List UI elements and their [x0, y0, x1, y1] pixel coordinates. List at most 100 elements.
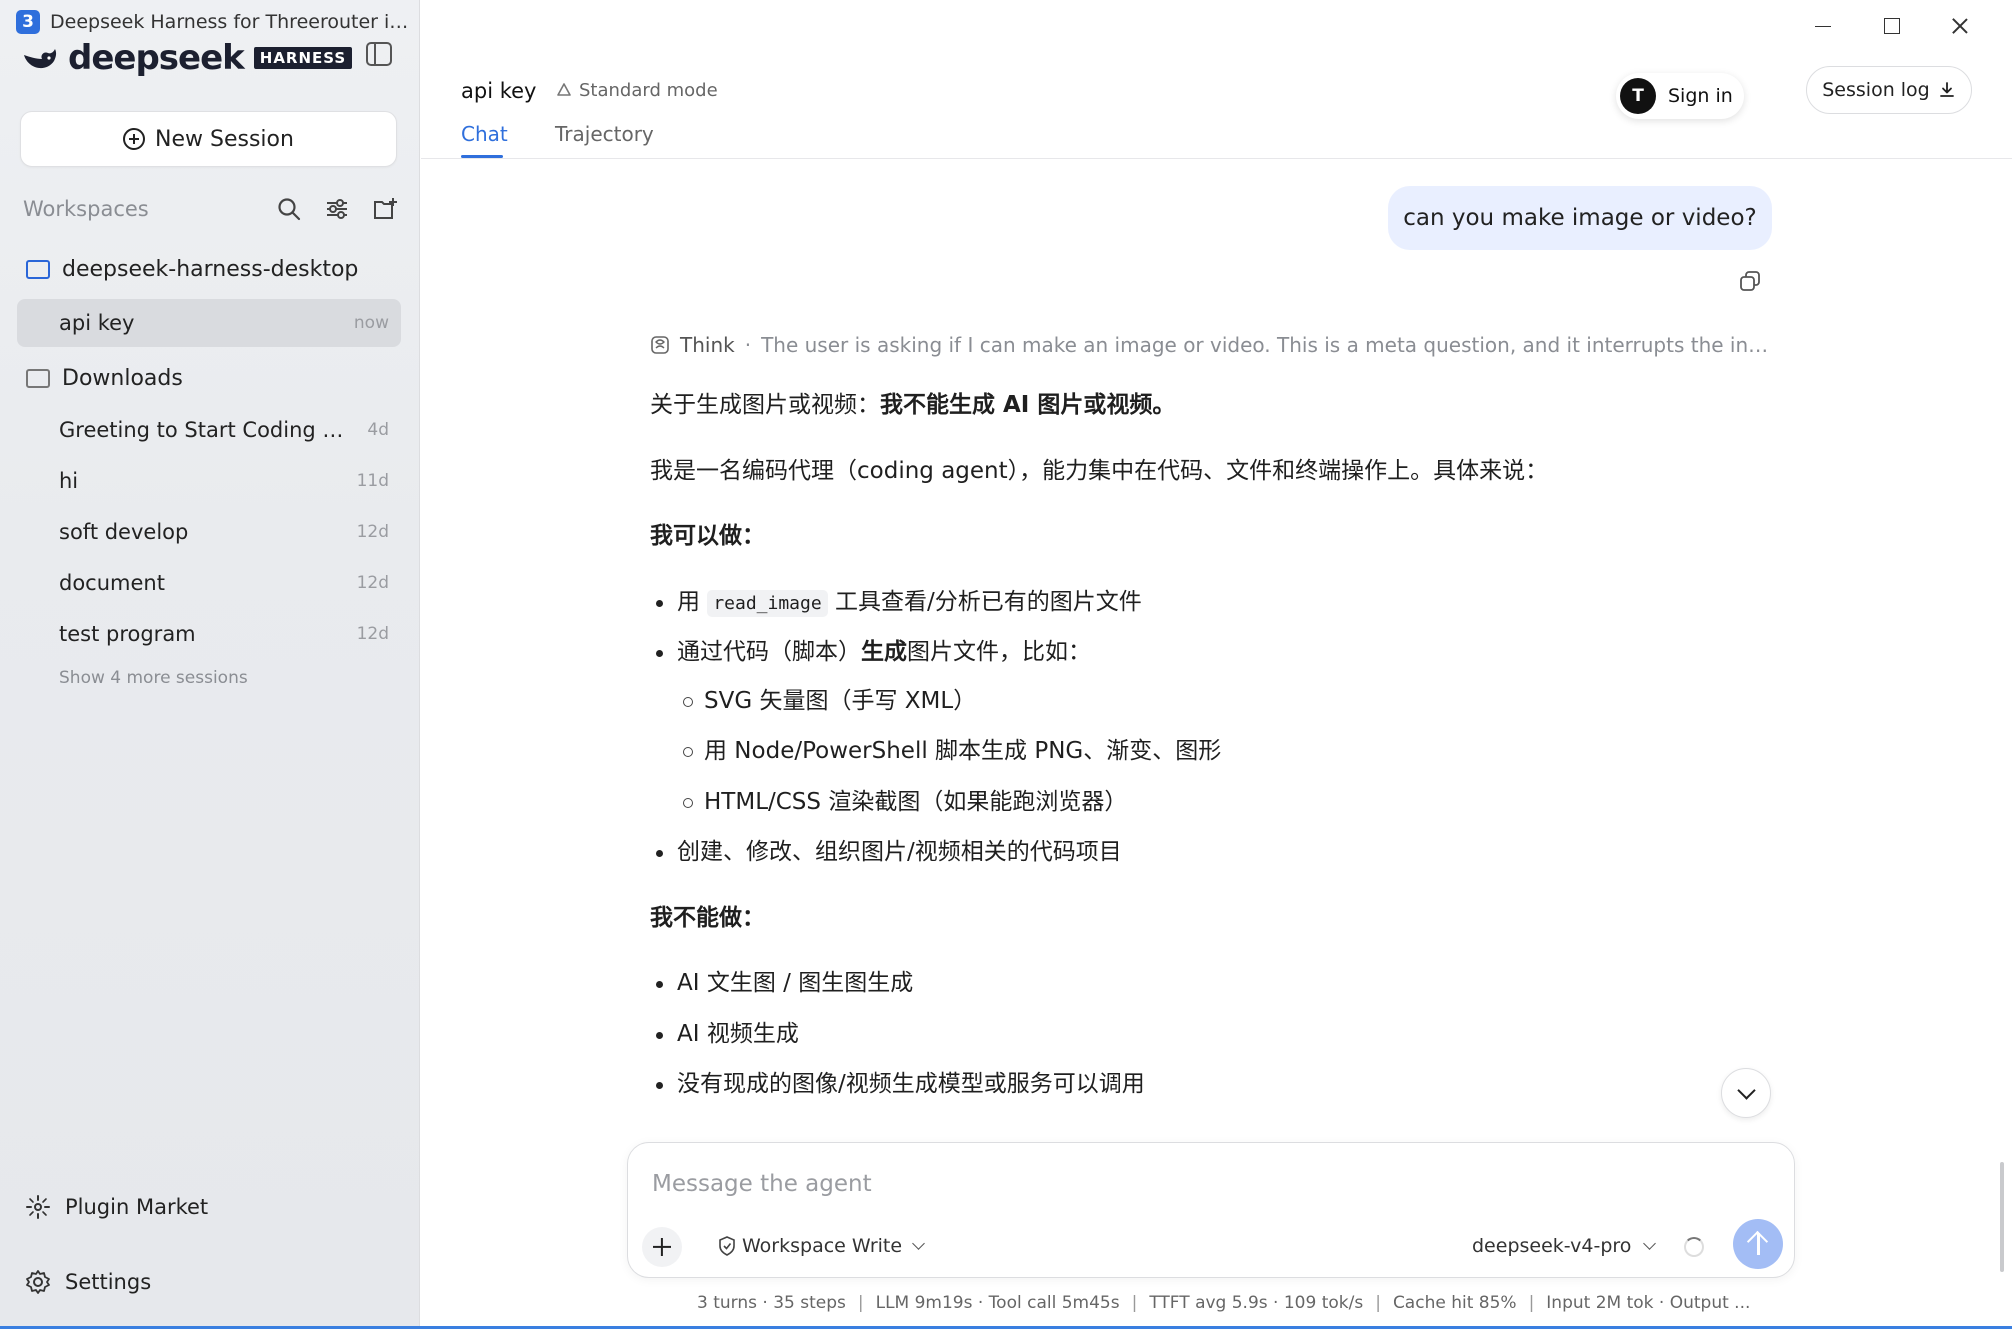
- session-age: 12d: [356, 624, 389, 644]
- status-timing: LLM 9m19s · Tool call 5m45s: [875, 1293, 1120, 1313]
- new-session-label: New Session: [155, 126, 294, 152]
- status-separator: |: [1528, 1293, 1535, 1313]
- loading-spinner-icon: [1684, 1237, 1704, 1257]
- user-message-bubble: can you make image or video?: [1388, 186, 1772, 250]
- status-bar: 3 turns · 35 steps | LLM 9m19s · Tool call…: [697, 1293, 1797, 1313]
- session-item[interactable]: soft develop 12d: [17, 508, 401, 556]
- workspace-name: Downloads: [62, 366, 183, 391]
- session-title: api key: [59, 311, 135, 335]
- session-age: 12d: [356, 573, 389, 593]
- list-item: 没有现成的图像/视频生成模型或服务可以调用: [650, 1067, 1770, 1102]
- app-icon: 3: [16, 10, 40, 34]
- list-item: 用 read_image 工具查看/分析已有的图片文件: [650, 585, 1770, 620]
- think-separator: ·: [744, 333, 752, 357]
- list-item-text: 图片文件，比如：: [907, 639, 1091, 665]
- session-item-api-key[interactable]: api key now: [17, 299, 401, 347]
- message-input[interactable]: Message the agent: [652, 1171, 872, 1197]
- settings-button[interactable]: Settings: [25, 1269, 151, 1295]
- workspace-name: deepseek-harness-desktop: [62, 257, 359, 282]
- permission-dropdown[interactable]: Workspace Write: [718, 1235, 925, 1257]
- tab-chat[interactable]: Chat: [461, 122, 508, 146]
- settings-label: Settings: [65, 1270, 152, 1294]
- status-ttft: TTFT avg 5.9s · 109 tok/s: [1149, 1293, 1364, 1313]
- answer-intro: 关于生成图片或视频：我不能生成 AI 图片或视频。: [650, 388, 1770, 423]
- brand-logo: deepseek HARNESS: [22, 38, 353, 78]
- attach-plus-button[interactable]: [642, 1227, 682, 1267]
- status-separator: |: [1131, 1293, 1138, 1313]
- brand-badge: HARNESS: [253, 47, 353, 69]
- session-item[interactable]: hi 11d: [17, 457, 401, 505]
- recycle-mode-icon: [557, 82, 571, 96]
- think-text: The user is asking if I can make an imag…: [761, 333, 1772, 357]
- workspace-downloads[interactable]: Downloads: [26, 366, 183, 391]
- maximize-icon[interactable]: [1858, 12, 1927, 42]
- brain-think-icon: [651, 336, 669, 354]
- session-item[interactable]: document 12d: [17, 559, 401, 607]
- show-more-sessions-link[interactable]: Show 4 more sessions: [59, 668, 248, 688]
- session-title: document: [59, 571, 165, 595]
- session-age: 4d: [367, 420, 389, 440]
- copy-icon[interactable]: [1739, 270, 1761, 292]
- shield-edit-icon: [719, 1236, 735, 1256]
- whale-logo-icon: [24, 49, 57, 69]
- list-item: 创建、修改、组织图片/视频相关的代码项目: [650, 835, 1770, 870]
- minimize-icon[interactable]: [1789, 12, 1858, 42]
- tab-trajectory[interactable]: Trajectory: [555, 122, 654, 146]
- close-icon[interactable]: [1927, 12, 1996, 42]
- sidebar: 3 Deepseek Harness for Threerouter image…: [0, 0, 420, 1329]
- gear-icon: [26, 1270, 50, 1294]
- search-icon[interactable]: [276, 196, 302, 222]
- session-log-label: Session log: [1822, 79, 1930, 101]
- scroll-to-bottom-button[interactable]: [1721, 1068, 1771, 1118]
- sub-list-item: SVG 矢量图（手写 XML）: [677, 684, 1770, 719]
- folder-open-icon: [26, 260, 50, 279]
- session-title: Greeting to Start Coding Sessi...: [59, 418, 355, 442]
- plugin-market-button[interactable]: Plugin Market: [25, 1194, 208, 1220]
- status-cache: Cache hit 85%: [1392, 1293, 1517, 1313]
- scrollbar[interactable]: [2000, 1162, 2004, 1272]
- new-folder-icon[interactable]: [372, 196, 398, 222]
- status-tokens: Input 2M tok · Output ...: [1546, 1293, 1751, 1313]
- status-separator: |: [1375, 1293, 1381, 1313]
- mode-indicator[interactable]: Standard mode: [555, 80, 718, 101]
- window-title-bar: 3 Deepseek Harness for Threerouter image…: [16, 10, 416, 34]
- session-log-button[interactable]: Session log: [1806, 66, 1972, 114]
- sign-in-label: Sign in: [1668, 85, 1733, 107]
- cannot-list: AI 文生图 / 图生图生成 AI 视频生成 没有现成的图像/视频生成模型或服务…: [650, 966, 1770, 1102]
- session-item[interactable]: Greeting to Start Coding Sessi... 4d: [17, 406, 401, 454]
- session-item[interactable]: test program 12d: [17, 610, 401, 658]
- list-item-text: 用: [677, 588, 708, 615]
- plus-circle-icon: [123, 128, 146, 150]
- avatar: T: [1620, 78, 1656, 114]
- session-title: soft develop: [59, 520, 189, 544]
- list-item: 通过代码（脚本）生成图片文件，比如： SVG 矢量图（手写 XML） 用 Nod…: [650, 635, 1770, 819]
- sign-in-button[interactable]: T Sign in: [1616, 73, 1744, 119]
- window-title: Deepseek Harness for Threerouter image..…: [50, 11, 412, 33]
- chevron-down-icon: [912, 1237, 925, 1250]
- list-item-bold: 生成: [861, 639, 907, 665]
- session-title-heading: api key: [461, 79, 537, 103]
- header-divider: [421, 158, 2012, 159]
- model-label: deepseek-v4-pro: [1472, 1235, 1632, 1257]
- think-summary[interactable]: Think · The user is asking if I can make…: [650, 333, 1772, 357]
- list-item: AI 文生图 / 图生图生成: [650, 966, 1770, 1001]
- session-title: test program: [59, 622, 196, 646]
- workspace-deepseek-harness-desktop[interactable]: deepseek-harness-desktop: [26, 257, 358, 282]
- filter-sliders-icon[interactable]: [324, 196, 350, 222]
- message-composer: Message the agent Workspace Write deepse…: [627, 1142, 1795, 1278]
- sidebar-toggle-icon[interactable]: [366, 42, 392, 66]
- new-session-button[interactable]: New Session: [20, 111, 397, 167]
- plugin-market-label: Plugin Market: [65, 1195, 209, 1219]
- answer-intro-prefix: 关于生成图片或视频：: [650, 392, 880, 418]
- folder-icon: [26, 369, 50, 388]
- can-list: 用 read_image 工具查看/分析已有的图片文件 通过代码（脚本）生成图片…: [650, 585, 1770, 870]
- sub-list-item: HTML/CSS 渲染截图（如果能跑浏览器）: [677, 785, 1770, 820]
- session-age: 12d: [356, 522, 389, 542]
- can-sub-list: SVG 矢量图（手写 XML） 用 Node/PowerShell 脚本生成 P…: [677, 684, 1770, 820]
- model-selector[interactable]: deepseek-v4-pro: [1472, 1235, 1657, 1257]
- think-label: Think: [680, 333, 735, 357]
- chevron-down-icon: [1643, 1237, 1657, 1250]
- plugin-market-icon: [26, 1195, 50, 1219]
- send-button[interactable]: [1733, 1219, 1783, 1269]
- answer-intro-bold: 我不能生成 AI 图片或视频。: [880, 392, 1176, 418]
